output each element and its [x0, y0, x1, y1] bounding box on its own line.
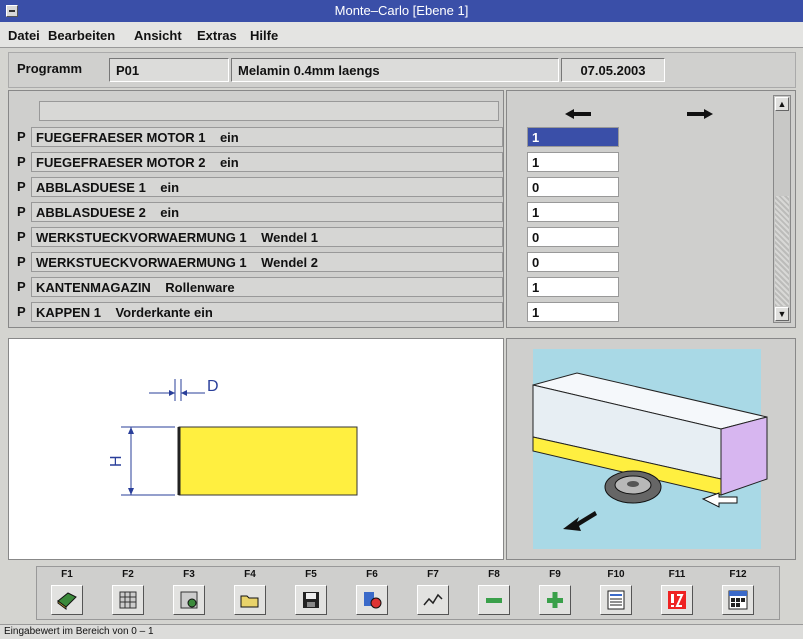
- program-description-field[interactable]: Melamin 0.4mm laengs: [231, 58, 559, 82]
- minus-icon: [486, 598, 502, 603]
- error-icon: [668, 591, 686, 609]
- date-field[interactable]: 07.05.2003: [561, 58, 665, 82]
- parameter-key: P: [17, 279, 26, 294]
- f10-label: F10: [607, 569, 625, 580]
- f7-button[interactable]: F7: [415, 569, 451, 619]
- parameter-key: P: [17, 204, 26, 219]
- value-input[interactable]: 0: [527, 177, 619, 197]
- parameter-name: ABBLASDUESE 1 ein: [31, 177, 503, 197]
- value-input[interactable]: 1: [527, 152, 619, 172]
- function-key-bar: F1 F2 F3 F4 F5 F6 F7 F8 F9 F10 F11 F12: [36, 566, 780, 620]
- menu-ansicht[interactable]: Ansicht: [134, 28, 182, 43]
- f8-button[interactable]: F8: [476, 569, 512, 619]
- parameter-key: P: [17, 129, 26, 144]
- menu-hilfe[interactable]: Hilfe: [250, 28, 278, 43]
- f1-label: F1: [61, 569, 73, 580]
- dimension-d-label: D: [207, 378, 219, 395]
- book-icon: [57, 592, 77, 610]
- value-list: 1 1 0 1 0 0 1 1 ▲ ▼: [506, 90, 796, 328]
- f10-button[interactable]: F10: [598, 569, 634, 619]
- open-folder-icon: [240, 595, 259, 608]
- f1-button[interactable]: F1: [49, 569, 85, 619]
- menu-extras[interactable]: Extras: [197, 28, 237, 43]
- plus-icon: [547, 592, 563, 608]
- parameter-name: WERKSTUECKVORWAERMUNG 1 Wendel 1: [31, 227, 503, 247]
- scroll-track[interactable]: [775, 196, 789, 306]
- parameter-name: ABBLASDUESE 2 ein: [31, 202, 503, 222]
- value-input[interactable]: 1: [527, 127, 619, 147]
- value-input[interactable]: 0: [527, 252, 619, 272]
- workpiece-dimension-diagram: D H: [108, 378, 358, 496]
- arrow-left-icon[interactable]: [565, 109, 591, 119]
- f11-button[interactable]: F11: [659, 569, 695, 619]
- parameter-key: P: [17, 154, 26, 169]
- grid-icon: [119, 591, 137, 609]
- dimension-h-label: H: [108, 455, 125, 467]
- f6-label: F6: [366, 569, 378, 580]
- parameter-name: WERKSTUECKVORWAERMUNG 1 Wendel 2: [31, 252, 503, 272]
- f12-label: F12: [729, 569, 747, 580]
- parameter-key: P: [17, 179, 26, 194]
- program-field[interactable]: P01: [109, 58, 229, 82]
- arrow-right-icon[interactable]: [687, 109, 713, 119]
- settings-icon: [180, 591, 198, 609]
- f9-button[interactable]: F9: [537, 569, 573, 619]
- menu-datei[interactable]: Datei: [8, 28, 40, 43]
- list-icon: [607, 590, 625, 610]
- menu-bearbeiten[interactable]: Bearbeiten: [48, 28, 115, 43]
- window-title: Monte–Carlo [Ebene 1]: [334, 3, 469, 18]
- machining-illustration-panel: [506, 338, 796, 560]
- tool-icon: [364, 592, 382, 609]
- parameter-key: P: [17, 229, 26, 244]
- graph-icon: [423, 593, 443, 606]
- calendar-icon: [728, 590, 748, 610]
- f3-label: F3: [183, 569, 195, 580]
- f6-button[interactable]: F6: [354, 569, 390, 619]
- value-input[interactable]: 0: [527, 227, 619, 247]
- title-bar: Monte–Carlo [Ebene 1]: [0, 0, 803, 22]
- f12-button[interactable]: F12: [720, 569, 756, 619]
- program-label: Programm: [17, 61, 83, 76]
- f2-button[interactable]: F2: [110, 569, 146, 619]
- f9-label: F9: [549, 569, 561, 580]
- scroll-down-icon[interactable]: ▼: [775, 307, 789, 321]
- parameter-name: FUEGEFRAESER MOTOR 2 ein: [31, 152, 503, 172]
- f3-button[interactable]: F3: [171, 569, 207, 619]
- status-bar: Eingabewert im Bereich von 0 – 1: [0, 624, 803, 639]
- value-input[interactable]: 1: [527, 302, 619, 322]
- parameter-key: P: [17, 304, 26, 319]
- scroll-up-icon[interactable]: ▲: [775, 97, 789, 111]
- f5-button[interactable]: F5: [293, 569, 329, 619]
- f4-label: F4: [244, 569, 256, 580]
- f4-button[interactable]: F4: [232, 569, 268, 619]
- dimension-drawing: D H: [8, 338, 504, 560]
- f2-label: F2: [122, 569, 134, 580]
- edge-trimming-illustration: [532, 349, 768, 549]
- parameter-name: FUEGEFRAESER MOTOR 1 ein: [31, 127, 503, 147]
- save-icon: [303, 592, 319, 608]
- f8-label: F8: [488, 569, 500, 580]
- f5-label: F5: [305, 569, 317, 580]
- value-input[interactable]: 1: [527, 202, 619, 222]
- parameter-list: P FUEGEFRAESER MOTOR 1 ein P FUEGEFRAESER …: [8, 90, 504, 328]
- parameter-key: P: [17, 254, 26, 269]
- vertical-scrollbar[interactable]: ▲ ▼: [773, 95, 791, 323]
- menu-bar: Datei Bearbeiten Ansicht Extras Hilfe: [0, 22, 803, 48]
- f11-label: F11: [668, 569, 686, 580]
- parameter-header-blank: [39, 101, 499, 121]
- parameter-name: KANTENMAGAZIN Rollenware: [31, 277, 503, 297]
- value-input[interactable]: 1: [527, 277, 619, 297]
- program-header: Programm P01 Melamin 0.4mm laengs 07.05.…: [8, 52, 796, 88]
- f7-label: F7: [427, 569, 439, 580]
- parameter-name: KAPPEN 1 Vorderkante ein: [31, 302, 503, 322]
